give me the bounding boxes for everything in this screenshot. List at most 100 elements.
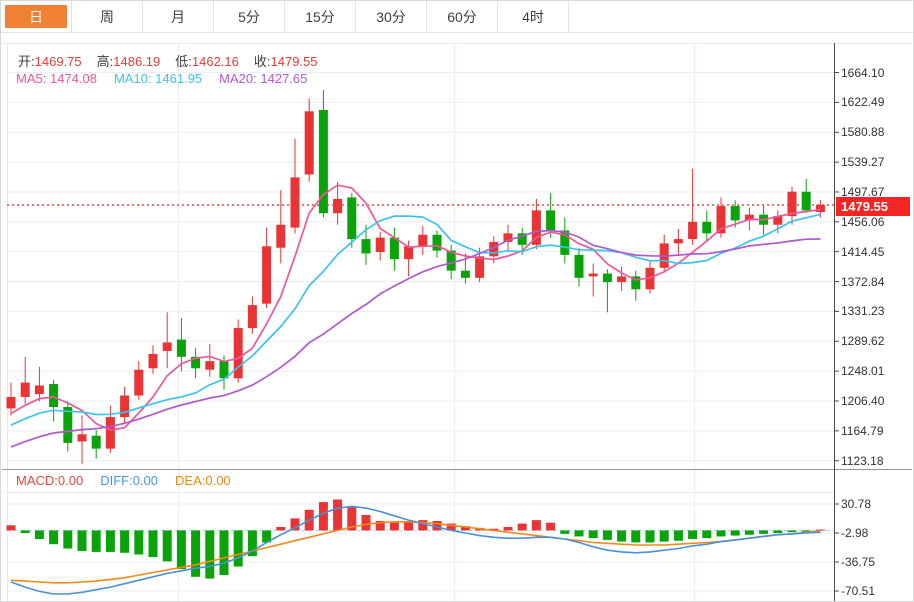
macd-bar [418, 520, 428, 531]
macd-bar [389, 522, 399, 531]
candle-body [588, 273, 598, 277]
price-axis-label: 1539.27 [841, 155, 885, 170]
candle-body [546, 210, 556, 231]
tab-4hour[interactable]: 4时 [498, 1, 569, 32]
candle-body [120, 395, 130, 418]
tab-week-label: 周 [100, 8, 114, 25]
macd-bar [63, 530, 73, 549]
macd-bar [645, 530, 655, 543]
ma20-value: 1427.65 [260, 71, 308, 86]
candle-body [105, 417, 115, 449]
price-axis-label: 1331.23 [841, 304, 885, 319]
price-axis-label: 1580.88 [841, 125, 885, 140]
low-label: 低: [175, 54, 192, 69]
macd-bar [659, 530, 669, 542]
diff-label: DIFF: [100, 473, 133, 488]
macd-bar [333, 499, 343, 531]
tab-day-label: 日 [5, 5, 67, 28]
price-axis-label: 1664.10 [841, 65, 885, 80]
candle-body [162, 342, 172, 352]
price-axis-label: 1164.79 [841, 423, 884, 438]
price-axis-label: 1414.45 [841, 244, 885, 259]
ma10-label: MA10: [113, 71, 152, 86]
price-axis-label: 1123.18 [841, 453, 884, 468]
candle-body [77, 434, 87, 442]
ma-info: MA5: 1474.08 MA10: 1461.95 MA20: 1427.65 [16, 71, 307, 86]
price-axis-label: 1206.40 [841, 393, 885, 408]
macd-bar [574, 530, 584, 537]
macd-axis-label: -70.51 [841, 583, 876, 598]
tab-15min-label: 15分 [305, 8, 335, 25]
candle-body [574, 254, 584, 278]
tab-60min-label: 60分 [447, 8, 477, 25]
macd-bar [219, 530, 229, 576]
tab-15min[interactable]: 15分 [285, 1, 356, 32]
tab-5min[interactable]: 5分 [214, 1, 285, 32]
macd-bar [191, 530, 201, 577]
price-axis-label: 1456.06 [841, 214, 885, 229]
macd-bar [120, 530, 130, 553]
macd-bar [588, 530, 598, 539]
open-value: 1469.75 [34, 54, 82, 69]
price-axis-label: 1372.84 [841, 274, 885, 289]
tab-30min-label: 30分 [376, 8, 406, 25]
candle-body [333, 198, 343, 214]
macd-bar [49, 530, 59, 545]
candle-body [460, 270, 470, 278]
macd-bar [688, 530, 698, 540]
low-value: 1462.16 [191, 54, 239, 69]
macd-bar [560, 530, 570, 534]
macd-bar [531, 520, 541, 531]
close-value: 1479.55 [270, 54, 318, 69]
timeframe-toolbar: 日 周 月 5分 15分 30分 60分 4时 [1, 1, 913, 33]
tab-day[interactable]: 日 [1, 1, 72, 32]
candle-body [389, 237, 399, 260]
candle-body [91, 435, 101, 449]
ohlc-info: 开:1469.75 高:1486.19 低:1462.16 收:1479.55 [18, 51, 318, 70]
macd-value: 0.00 [57, 473, 84, 488]
macd-axis-label: 30.78 [841, 497, 872, 511]
candle-body [34, 385, 44, 395]
candle-body [432, 234, 442, 251]
candle-body [290, 177, 300, 228]
macd-bar [148, 530, 158, 558]
macd-bar [6, 525, 16, 531]
macd-bar [744, 530, 754, 535]
macd-bar [702, 530, 712, 539]
ma20-label: MA20: [219, 71, 257, 86]
price-axis-label: 1289.62 [841, 334, 885, 349]
candle-body [176, 339, 186, 357]
candle-body [815, 204, 825, 212]
candle-body [148, 353, 158, 369]
macd-bar [404, 521, 414, 531]
macd-bar [91, 530, 101, 552]
ma5-value: 1474.08 [49, 71, 97, 86]
tab-week[interactable]: 周 [72, 1, 143, 32]
macd-bar [759, 530, 769, 534]
candle-body [730, 206, 740, 221]
macd-bar [276, 527, 286, 531]
macd-bar [546, 522, 556, 531]
macd-bar [162, 530, 172, 562]
macd-bar [233, 530, 243, 567]
candle-body [276, 224, 286, 248]
macd-bar [617, 530, 627, 542]
ma20-line [10, 229, 821, 448]
tab-30min[interactable]: 30分 [356, 1, 427, 32]
macd-info: MACD:0.00 DIFF:0.00 DEA:0.00 [16, 473, 231, 488]
candle-body [304, 111, 314, 175]
tab-month[interactable]: 月 [143, 1, 214, 32]
price-axis-label: 1248.01 [841, 364, 885, 379]
tab-60min[interactable]: 60分 [427, 1, 498, 32]
macd-bar [730, 530, 740, 536]
candle-body [361, 239, 371, 254]
macd-bar [716, 530, 726, 537]
macd-bar [517, 523, 527, 531]
chart-canvas[interactable] [1, 1, 914, 602]
candle-body [134, 369, 144, 396]
open-label: 开: [18, 54, 35, 69]
tab-5min-label: 5分 [238, 8, 260, 25]
macd-bar [318, 502, 328, 531]
candle-body [475, 256, 485, 278]
high-value: 1486.19 [113, 54, 161, 69]
